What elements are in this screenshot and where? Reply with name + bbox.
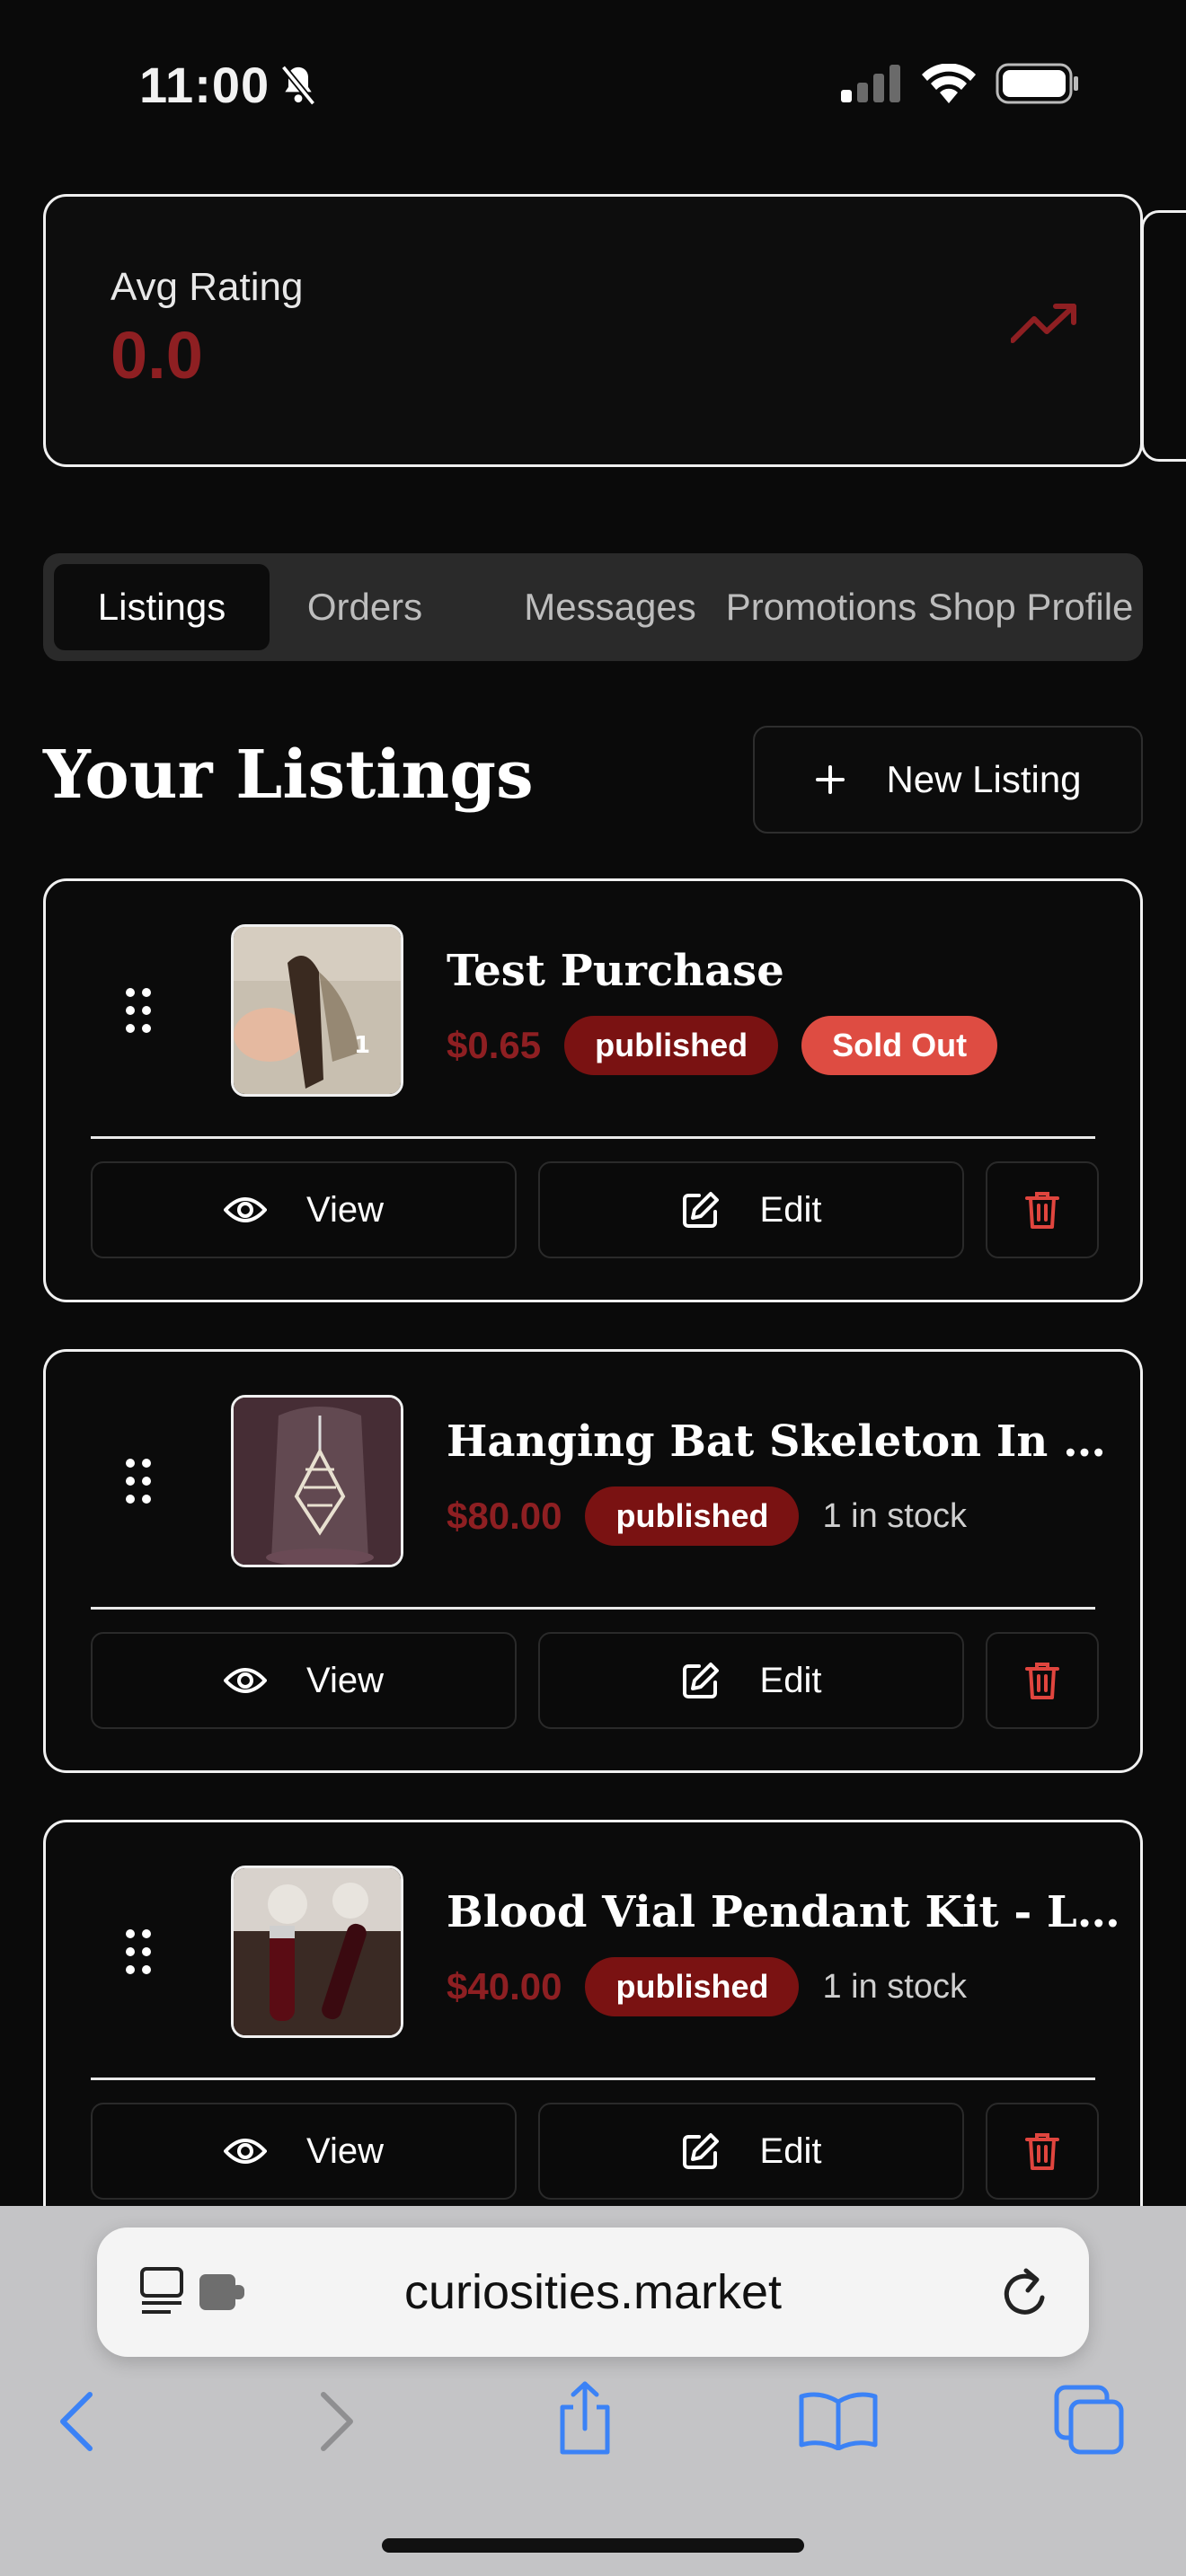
drag-handle-icon[interactable] (125, 987, 152, 1034)
trash-icon (1025, 1192, 1059, 1229)
eye-icon (224, 1668, 267, 1693)
edit-label: Edit (759, 1660, 822, 1700)
battery-icon (996, 63, 1078, 104)
card-divider (91, 1136, 1095, 1139)
card-divider (91, 2078, 1095, 2080)
new-listing-label: New Listing (886, 758, 1082, 800)
tab-shop-profile[interactable]: Shop Profile (913, 564, 1148, 650)
view-label: View (306, 1660, 384, 1700)
sold-out-badge: Sold Out (801, 1016, 998, 1075)
stock-count: 1 in stock (822, 1967, 967, 2006)
svg-text:1: 1 (354, 1032, 370, 1059)
trash-icon (1025, 2133, 1059, 2170)
view-button[interactable]: View (91, 1161, 517, 1258)
signal-icon (841, 65, 900, 102)
drag-handle-icon[interactable] (125, 1928, 152, 1975)
tab-listings[interactable]: Listings (54, 564, 270, 650)
listing-title[interactable]: Test Purchase (447, 946, 1129, 996)
listing-title[interactable]: Blood Vial Pendant Kit - Lover... (447, 1887, 1129, 1937)
listing-thumbnail[interactable] (231, 1395, 403, 1567)
listing-price: $80.00 (447, 1495, 562, 1537)
avg-rating-card: Avg Rating 0.0 (43, 194, 1143, 467)
status-time: 11:00 (139, 56, 318, 114)
listing-card: Blood Vial Pendant Kit - Lover... $40.00… (43, 1820, 1143, 2244)
bookmarks-icon[interactable] (798, 2389, 879, 2450)
tab-promotions[interactable]: Promotions (703, 564, 940, 650)
wifi-icon (922, 64, 976, 103)
avg-rating-label: Avg Rating (111, 265, 304, 309)
trash-icon (1025, 1663, 1059, 1699)
listing-price: $40.00 (447, 1965, 562, 2007)
address-bar[interactable]: curiosities.market (97, 2228, 1089, 2357)
avg-rating-value: 0.0 (111, 318, 203, 393)
delete-button[interactable] (986, 2103, 1099, 2200)
listing-thumbnail[interactable] (231, 1866, 403, 2038)
mute-bell-icon (280, 65, 316, 105)
delete-button[interactable] (986, 1161, 1099, 1258)
tabs-icon[interactable] (1053, 2384, 1125, 2456)
next-stat-card (1141, 210, 1186, 462)
listing-price: $0.65 (447, 1024, 542, 1066)
listing-thumbnail[interactable]: 1 (231, 924, 403, 1097)
edit-button[interactable]: Edit (538, 1632, 964, 1729)
status-badge: published (585, 1486, 800, 1546)
edit-label: Edit (759, 2130, 822, 2171)
trending-up-icon (1011, 304, 1076, 343)
delete-button[interactable] (986, 1632, 1099, 1729)
drag-handle-icon[interactable] (125, 1458, 152, 1504)
reload-icon[interactable] (999, 2263, 1053, 2321)
tab-messages[interactable]: Messages (492, 564, 728, 650)
dashboard-tabs: Listings Orders Messages Promotions Shop… (43, 553, 1143, 661)
view-label: View (306, 2130, 384, 2171)
listing-meta: $40.00 published 1 in stock (447, 1957, 967, 2016)
tab-orders[interactable]: Orders (277, 564, 453, 650)
section-title: Your Listings (43, 737, 534, 814)
stock-count: 1 in stock (822, 1496, 967, 1535)
eye-icon (224, 1197, 267, 1222)
url-text[interactable]: curiosities.market (97, 2228, 1089, 2357)
view-button[interactable]: View (91, 1632, 517, 1729)
listing-meta: $80.00 published 1 in stock (447, 1486, 967, 1546)
listing-title[interactable]: Hanging Bat Skeleton In a Glas... (447, 1416, 1129, 1467)
eye-icon (224, 2139, 267, 2164)
plus-icon (816, 765, 845, 794)
back-icon[interactable] (56, 2389, 97, 2454)
share-icon[interactable] (553, 2380, 616, 2456)
listing-card: Hanging Bat Skeleton In a Glas... $80.00… (43, 1349, 1143, 1773)
edit-button[interactable]: Edit (538, 2103, 964, 2200)
edit-icon (682, 2133, 719, 2169)
home-indicator (382, 2538, 804, 2553)
status-badge: published (564, 1016, 779, 1075)
edit-label: Edit (759, 1189, 822, 1230)
status-badge: published (585, 1957, 800, 2016)
edit-icon (682, 1663, 719, 1698)
view-label: View (306, 1189, 384, 1230)
forward-icon[interactable] (316, 2389, 358, 2454)
status-icons (841, 63, 1080, 104)
card-divider (91, 1607, 1095, 1610)
view-button[interactable]: View (91, 2103, 517, 2200)
edit-icon (682, 1192, 719, 1228)
edit-button[interactable]: Edit (538, 1161, 964, 1258)
listing-meta: $0.65 published Sold Out (447, 1016, 998, 1075)
new-listing-button[interactable]: New Listing (753, 726, 1143, 834)
listing-card: 1 Test Purchase $0.65 published Sold Out… (43, 878, 1143, 1302)
